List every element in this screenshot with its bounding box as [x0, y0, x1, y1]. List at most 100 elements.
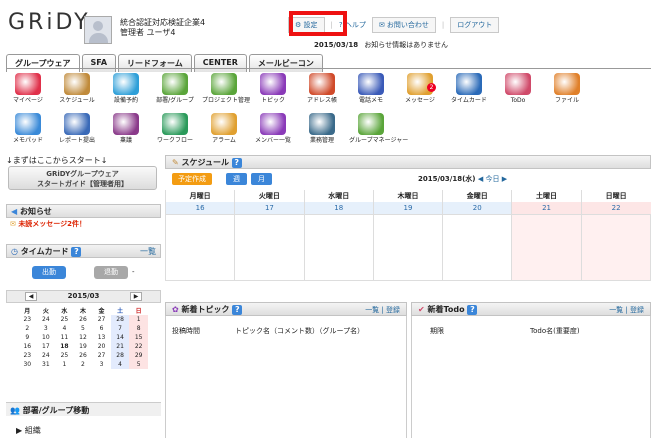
topic-links[interactable]: 一覧 | 登録 — [365, 305, 400, 315]
calendar-day[interactable]: 20 — [92, 342, 111, 351]
calendar-day[interactable]: 23 — [18, 351, 37, 360]
schedule-day-cell[interactable] — [164, 213, 236, 281]
app-message-button[interactable]: 2 メッセージ — [398, 72, 442, 110]
app-business-button[interactable]: 業務管理 — [300, 112, 344, 150]
schedule-day-cell[interactable] — [234, 213, 305, 281]
schedule-date-cell[interactable]: 17 — [234, 202, 305, 214]
calendar-day[interactable]: 3 — [37, 324, 56, 333]
calendar-day[interactable]: 27 — [92, 351, 111, 360]
app-report-button[interactable]: レポート提出 — [55, 112, 99, 150]
app-logo[interactable]: GRiDY — [8, 10, 91, 35]
schedule-day-cell[interactable] — [442, 213, 513, 281]
calendar-day[interactable]: 13 — [92, 333, 111, 342]
app-members-button[interactable]: メンバー一覧 — [251, 112, 295, 150]
calendar-day[interactable]: 2 — [18, 324, 37, 333]
calendar-day[interactable]: 30 — [18, 360, 37, 369]
todo-links[interactable]: 一覧 | 登録 — [609, 305, 644, 315]
help-icon[interactable]: ? — [231, 158, 242, 168]
help-icon[interactable]: ? — [71, 247, 82, 257]
calendar-day[interactable]: 22 — [129, 342, 148, 351]
calendar-day[interactable]: 9 — [18, 333, 37, 342]
calendar-day[interactable]: 5 — [129, 360, 148, 369]
app-address-button[interactable]: アドレス帳 — [300, 72, 344, 110]
app-approval-button[interactable]: 稟議 — [104, 112, 148, 150]
tab-3[interactable]: CENTER — [193, 54, 247, 72]
calendar-day[interactable]: 25 — [55, 351, 74, 360]
schedule-date-cell[interactable]: 16 — [164, 202, 235, 214]
contact-button[interactable]: ✉ お問い合わせ — [371, 17, 436, 33]
schedule-date-cell[interactable]: 18 — [303, 202, 374, 214]
calendar-day[interactable]: 16 — [18, 342, 37, 351]
calendar-day[interactable]: 14 — [110, 333, 130, 342]
calendar-day[interactable]: 28 — [110, 351, 130, 360]
calendar-day[interactable]: 4 — [55, 324, 74, 333]
tab-4[interactable]: メールビーコン — [248, 54, 323, 72]
schedule-day-cell[interactable] — [372, 213, 444, 281]
clock-in-button[interactable]: 出勤 — [32, 266, 66, 279]
calendar-day[interactable]: 25 — [55, 315, 74, 324]
unread-message-link[interactable]: ✉ 未読メッセージ2件！ — [10, 219, 86, 229]
calendar-day[interactable]: 31 — [37, 360, 56, 369]
calendar-day[interactable]: 29 — [129, 351, 148, 360]
calendar-day[interactable]: 10 — [37, 333, 56, 342]
calendar-day[interactable]: 28 — [110, 315, 130, 324]
calendar-day[interactable]: 15 — [129, 333, 148, 342]
app-pen-button[interactable]: スケジュール — [55, 72, 99, 110]
org-tree-item[interactable]: ▶ 組織 — [16, 425, 41, 436]
help-icon[interactable]: ? — [467, 305, 478, 315]
schedule-day-cell[interactable] — [511, 213, 582, 281]
calendar-day[interactable]: 19 — [74, 342, 93, 351]
calendar-day[interactable]: 23 — [18, 315, 37, 324]
app-todo-button[interactable]: ToDo — [496, 72, 540, 110]
app-project-button[interactable]: プロジェクト管理 — [202, 72, 250, 110]
app-people-button[interactable]: 設備予約 — [104, 72, 148, 110]
schedule-date-cell[interactable]: 20 — [442, 202, 512, 214]
app-topic-button[interactable]: トピック — [251, 72, 295, 110]
schedule-date-cell[interactable]: 21 — [511, 202, 582, 214]
calendar-day[interactable]: 1 — [55, 360, 74, 369]
calendar-day[interactable]: 24 — [37, 315, 56, 324]
app-folder-button[interactable]: ファイル — [545, 72, 589, 110]
app-workflow-button[interactable]: ワークフロー — [153, 112, 197, 150]
calendar-day[interactable]: 7 — [110, 324, 130, 333]
calendar-day[interactable]: 8 — [129, 324, 148, 333]
calendar-day[interactable]: 3 — [92, 360, 111, 369]
calendar-day[interactable]: 24 — [37, 351, 56, 360]
calendar-day[interactable]: 11 — [55, 333, 74, 342]
tab-1[interactable]: SFA — [81, 54, 117, 72]
app-house-button[interactable]: マイページ — [6, 72, 50, 110]
app-phone-button[interactable]: 電話メモ — [349, 72, 393, 110]
tab-2[interactable]: リードフォーム — [118, 54, 192, 72]
avatar[interactable] — [84, 16, 112, 44]
week-view-button[interactable]: 週 — [226, 173, 247, 185]
new-schedule-button[interactable]: 予定作成 — [172, 173, 212, 185]
month-view-button[interactable]: 月 — [251, 173, 272, 185]
schedule-date-cell[interactable]: 19 — [372, 202, 443, 214]
calendar-day[interactable]: 21 — [110, 342, 130, 351]
calendar-day[interactable]: 18 — [55, 342, 74, 351]
calendar-day[interactable]: 4 — [110, 360, 130, 369]
start-guide-button[interactable]: GRiDYグループウェア スタートガイド【管理者用】 — [8, 166, 157, 190]
calendar-day[interactable]: 17 — [37, 342, 56, 351]
app-memo-button[interactable]: メモパッド — [6, 112, 50, 150]
clock-out-button[interactable]: 退勤 — [94, 266, 128, 279]
schedule-day-cell[interactable] — [580, 213, 652, 281]
timecard-list-link[interactable]: 一覧 — [140, 246, 156, 257]
app-group-manager-button[interactable]: グループマネージャー — [349, 112, 408, 150]
prev-month-button[interactable]: ◀ — [25, 292, 37, 301]
help-icon[interactable]: ? — [232, 305, 243, 315]
calendar-day[interactable]: 26 — [74, 351, 93, 360]
app-group-button[interactable]: 部署/グループ — [153, 72, 197, 110]
calendar-day[interactable]: 12 — [74, 333, 93, 342]
calendar-day[interactable]: 6 — [92, 324, 111, 333]
today-nav[interactable]: ◀ 今日 ▶ — [478, 175, 507, 183]
app-clock-button[interactable]: タイムカード — [447, 72, 491, 110]
calendar-day[interactable]: 27 — [92, 315, 111, 324]
next-month-button[interactable]: ▶ — [130, 292, 142, 301]
calendar-day[interactable]: 26 — [74, 315, 93, 324]
schedule-day-cell[interactable] — [303, 213, 374, 281]
logout-button[interactable]: ログアウト — [450, 17, 500, 33]
schedule-date-cell[interactable]: 22 — [580, 202, 651, 214]
calendar-day[interactable]: 5 — [74, 324, 93, 333]
calendar-day[interactable]: 1 — [129, 315, 148, 324]
